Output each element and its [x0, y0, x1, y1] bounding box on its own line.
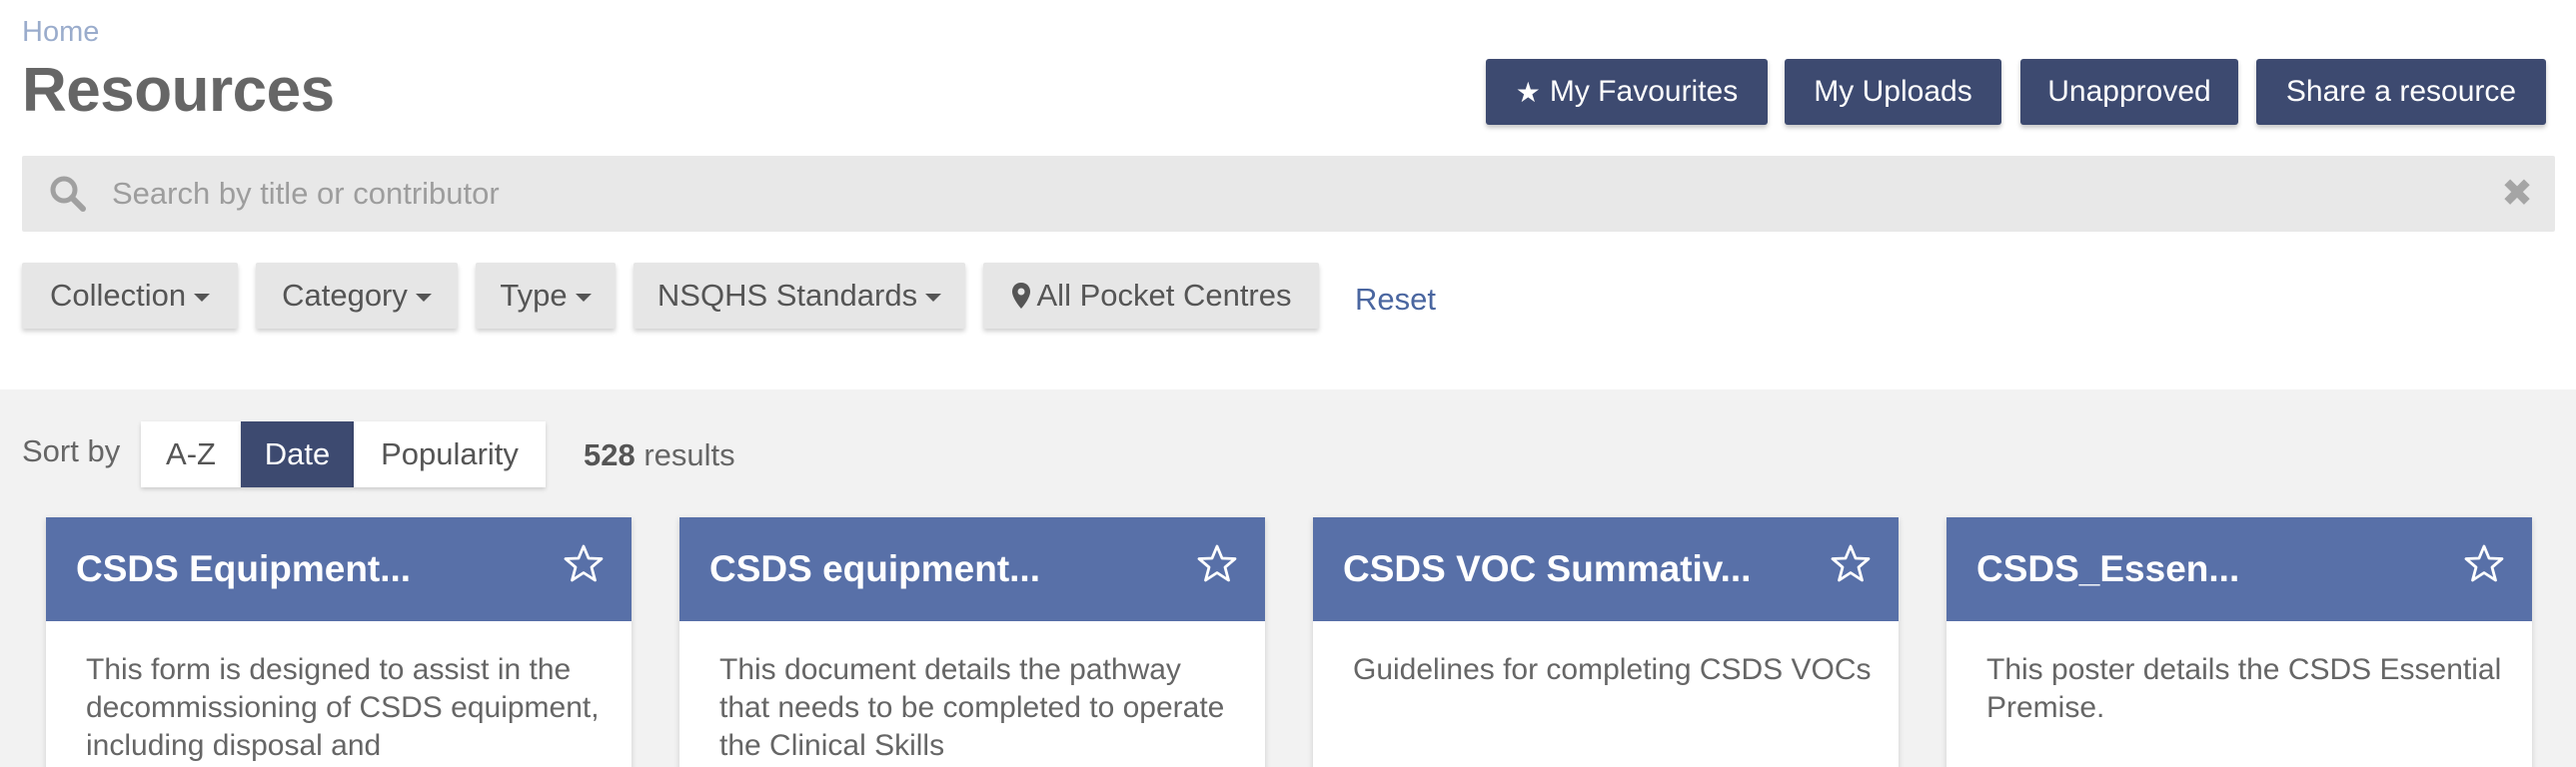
my-favourites-button[interactable]: ★ My Favourites [1486, 59, 1768, 125]
star-icon: ★ [1515, 76, 1541, 108]
star-outline-icon[interactable] [1197, 543, 1237, 583]
card-description: This document details the pathway that n… [719, 653, 1225, 762]
pocket-centres-filter[interactable]: All Pocket Centres [983, 263, 1319, 329]
search-input[interactable] [112, 168, 2470, 220]
caret-down-icon [575, 294, 592, 302]
share-resource-button[interactable]: Share a resource [2256, 59, 2546, 125]
card-header: CSDS Equipment... [46, 517, 632, 621]
search-icon [50, 176, 86, 212]
card-description: This poster details the CSDS Essential P… [1986, 653, 2502, 724]
caret-down-icon [925, 294, 942, 302]
collection-filter[interactable]: Collection [22, 263, 238, 329]
page-title: Resources [22, 56, 335, 125]
caret-down-icon [415, 294, 432, 302]
sort-option-date[interactable]: Date [241, 421, 354, 487]
search-bar: ✖ [22, 156, 2555, 232]
star-outline-icon[interactable] [1831, 543, 1871, 583]
card-description: This form is designed to assist in the d… [86, 653, 600, 762]
type-filter[interactable]: Type [476, 263, 616, 329]
resource-card[interactable]: CSDS_Essen... This poster details the CS… [1946, 517, 2532, 767]
type-filter-label: Type [500, 278, 568, 313]
nsqhs-standards-filter[interactable]: NSQHS Standards [634, 263, 965, 329]
category-filter-label: Category [282, 278, 408, 313]
card-description: Guidelines for completing CSDS VOCs [1353, 653, 1872, 686]
caret-down-icon [194, 294, 211, 302]
map-marker-icon [1011, 283, 1030, 309]
close-icon[interactable]: ✖ [2501, 172, 2533, 216]
unapproved-button[interactable]: Unapproved [2020, 59, 2238, 125]
results-label: results [644, 437, 735, 472]
sort-option-a-z[interactable]: A-Z [141, 421, 241, 487]
card-title[interactable]: CSDS VOC Summativ... [1343, 548, 1751, 590]
card-title[interactable]: CSDS equipment... [709, 548, 1040, 590]
star-outline-icon[interactable] [2464, 543, 2504, 583]
card-title[interactable]: CSDS Equipment... [76, 548, 411, 590]
breadcrumb-home[interactable]: Home [22, 16, 99, 49]
results-count: 528 results [584, 437, 735, 473]
sort-option-popularity[interactable]: Popularity [354, 421, 546, 487]
my-favourites-label: My Favourites [1549, 75, 1739, 108]
my-uploads-button[interactable]: My Uploads [1785, 59, 2001, 125]
card-header: CSDS VOC Summativ... [1313, 517, 1899, 621]
card-title[interactable]: CSDS_Essen... [1976, 548, 2239, 590]
collection-filter-label: Collection [49, 278, 187, 313]
star-outline-icon[interactable] [564, 543, 604, 583]
results-number: 528 [584, 437, 636, 472]
pocket-centres-filter-label: All Pocket Centres [1036, 278, 1292, 313]
sort-label: Sort by [22, 433, 121, 468]
resource-card[interactable]: CSDS Equipment... This form is designed … [46, 517, 632, 767]
reset-link[interactable]: Reset [1355, 282, 1436, 318]
card-header: CSDS_Essen... [1946, 517, 2532, 621]
header-section: Home Resources ★ My Favourites My Upload… [0, 0, 2576, 389]
resource-card[interactable]: CSDS VOC Summativ... Guidelines for comp… [1313, 517, 1899, 767]
category-filter[interactable]: Category [256, 263, 458, 329]
nsqhs-standards-filter-label: NSQHS Standards [656, 278, 918, 313]
card-header: CSDS equipment... [679, 517, 1265, 621]
resource-card[interactable]: CSDS equipment... This document details … [679, 517, 1265, 767]
